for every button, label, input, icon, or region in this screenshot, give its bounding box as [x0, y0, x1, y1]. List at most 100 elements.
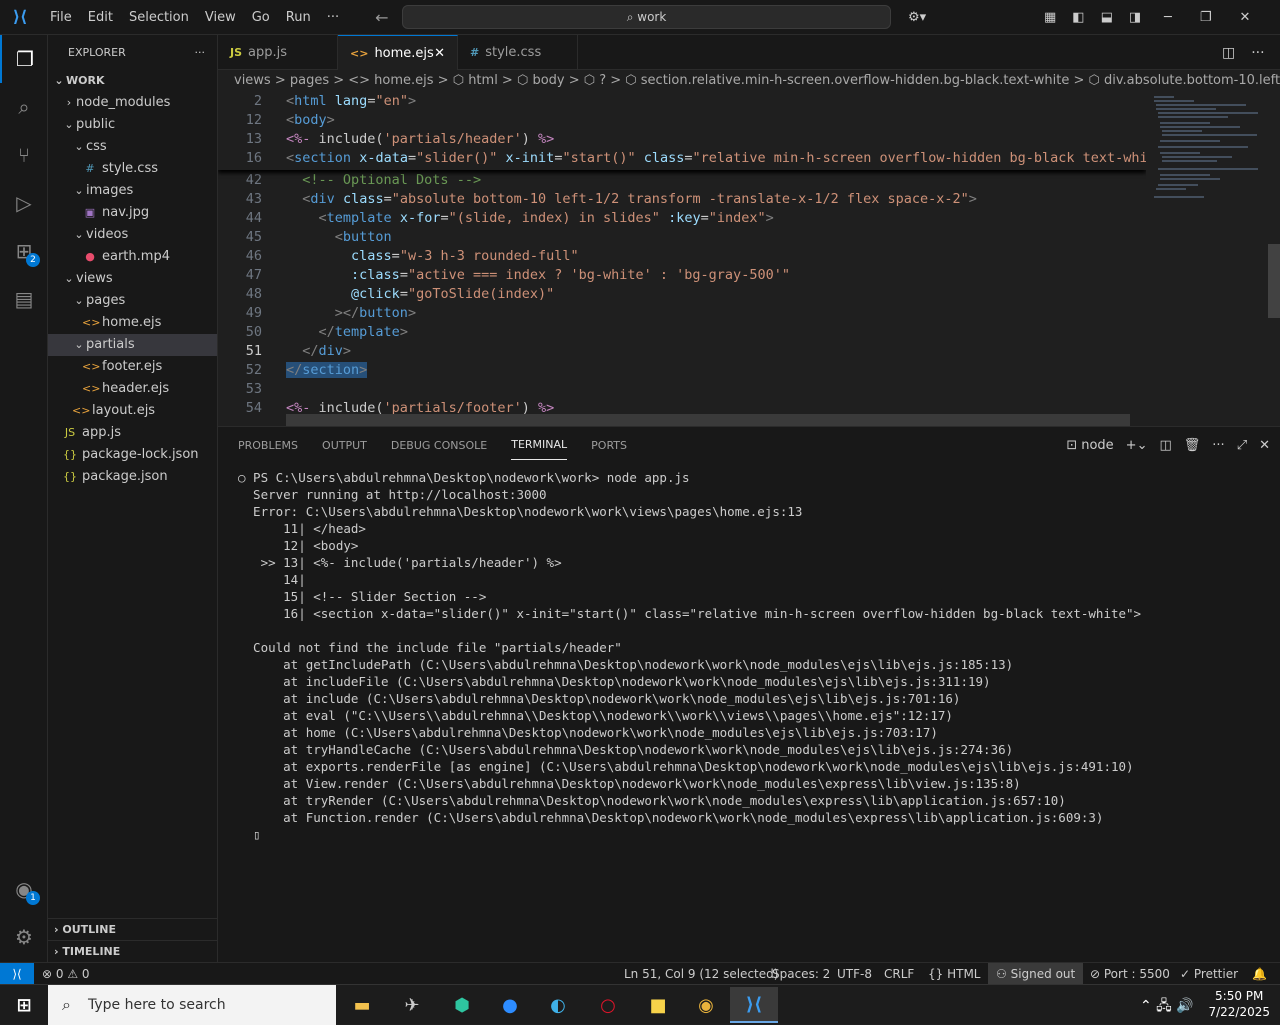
sticky-code-line[interactable]: <section x-data="slider()" x-init="start…: [286, 150, 1146, 166]
app-icon[interactable]: ✈: [390, 989, 434, 1021]
zoom-icon[interactable]: ●: [488, 989, 532, 1021]
remote-icon[interactable]: ⟩⟨: [0, 963, 34, 985]
taskbar-clock[interactable]: 5:50 PM 7/22/2025: [1208, 988, 1270, 1020]
toggle-sidebar-icon[interactable]: ◧: [1064, 10, 1092, 25]
sticky-scroll[interactable]: 2 <html lang="en"> 12 <body> 13 <%- include('…: [218, 92, 1146, 170]
notifications-icon[interactable]: 🔔: [1252, 963, 1267, 985]
code-line[interactable]: <div class="absolute bottom-10 left-1/2 …: [286, 191, 977, 207]
close-panel-icon[interactable]: ✕: [1259, 438, 1270, 453]
toggle-secondary-sidebar-icon[interactable]: ◨: [1121, 10, 1149, 25]
code-line[interactable]: </section>: [286, 362, 368, 378]
file-explorer-icon[interactable]: ▬: [340, 989, 384, 1021]
tree-item-views[interactable]: ⌄ views: [48, 268, 217, 290]
maximize-panel-icon[interactable]: ⤢: [1237, 438, 1247, 453]
tab-app-js[interactable]: JS app.js: [218, 35, 338, 70]
editor-more-icon[interactable]: ···: [1251, 45, 1264, 61]
panel-more-icon[interactable]: ···: [1212, 438, 1224, 453]
run-debug-icon[interactable]: ▷: [0, 179, 48, 227]
terminal-shell-name[interactable]: node: [1081, 438, 1113, 453]
code-editor[interactable]: 42 <!-- Optional Dots --> 43 <div class="…: [218, 92, 1146, 426]
copilot-icon[interactable]: ⚙▾: [900, 10, 934, 25]
manage-gear-icon[interactable]: ⚙: [0, 913, 48, 961]
menu-item[interactable]: Go: [244, 0, 278, 35]
tree-item-nav-jpg[interactable]: ▣ nav.jpg: [48, 202, 217, 224]
timeline-section[interactable]: › TIMELINE: [48, 940, 218, 962]
explorer-icon[interactable]: ❐: [0, 35, 48, 83]
tree-item-style-css[interactable]: # style.css: [48, 158, 217, 180]
restore-icon[interactable]: ❐: [1186, 10, 1226, 25]
code-line[interactable]: :class="active === index ? 'bg-white' : …: [286, 267, 790, 283]
code-line[interactable]: </div>: [286, 343, 351, 359]
sticky-code-line[interactable]: <%- include('partials/header') %>: [286, 131, 554, 147]
menu-item[interactable]: Selection: [121, 0, 197, 35]
app-hex-icon[interactable]: ⬢: [440, 989, 484, 1021]
code-line[interactable]: <!-- Optional Dots -->: [286, 172, 481, 188]
extensions-icon[interactable]: ⊞ 2: [0, 227, 48, 275]
end-of-line[interactable]: CRLF: [884, 963, 914, 985]
tree-item-images[interactable]: ⌄ images: [48, 180, 217, 202]
panel-tab-debug-console[interactable]: DEBUG CONSOLE: [391, 431, 487, 460]
tree-item-earth-mp4[interactable]: ● earth.mp4: [48, 246, 217, 268]
account-status[interactable]: ⚇ Signed out: [988, 963, 1084, 985]
windows-start-icon[interactable]: ⊞: [2, 989, 46, 1021]
panel-tab-problems[interactable]: PROBLEMS: [238, 431, 298, 460]
sticky-notes-icon[interactable]: ■: [636, 989, 680, 1021]
panel-tab-ports[interactable]: PORTS: [591, 431, 627, 460]
more-actions-icon[interactable]: ···: [195, 46, 206, 59]
scrollbar-thumb[interactable]: [1268, 244, 1280, 318]
command-center-search[interactable]: ⌕ work: [402, 5, 891, 29]
cursor-position[interactable]: Ln 51, Col 9 (12 selected): [624, 963, 778, 985]
breadcrumb[interactable]: views > pages > <> home.ejs > ⬡ html > ⬡…: [218, 70, 1280, 92]
search-icon[interactable]: ⌕: [0, 83, 48, 131]
toggle-panel-icon[interactable]: ⬓: [1093, 10, 1121, 25]
editor-scrollbar[interactable]: [1266, 92, 1280, 426]
back-arrow-icon[interactable]: ←: [367, 8, 396, 27]
workspace-root[interactable]: ⌄ WORK: [48, 70, 217, 92]
tree-item-css[interactable]: ⌄ css: [48, 136, 217, 158]
kill-terminal-icon[interactable]: 🗑: [1184, 438, 1201, 453]
minimize-icon[interactable]: ─: [1150, 10, 1186, 25]
menu-item[interactable]: ···: [319, 0, 347, 35]
horizontal-scrollbar[interactable]: [286, 414, 1130, 426]
close-tab-icon[interactable]: ✕: [434, 46, 445, 61]
menu-item[interactable]: View: [197, 0, 244, 35]
sticky-code-line[interactable]: <body>: [286, 112, 335, 128]
source-control-icon[interactable]: ⑂: [0, 131, 48, 179]
tree-item-partials[interactable]: ⌄ partials: [48, 334, 217, 356]
tree-item-pages[interactable]: ⌄ pages: [48, 290, 217, 312]
tree-item-package-lock-json[interactable]: {} package-lock.json: [48, 444, 217, 466]
chrome-icon[interactable]: ◉: [684, 989, 728, 1021]
vscode-taskbar-icon[interactable]: ⟩⟨: [730, 987, 778, 1023]
tree-item-node-modules[interactable]: › node_modules: [48, 92, 217, 114]
indentation[interactable]: Spaces: 2: [772, 963, 830, 985]
panel-tab-output[interactable]: OUTPUT: [322, 431, 367, 460]
code-line[interactable]: <template x-for="(slide, index) in slide…: [286, 210, 774, 226]
remote-explorer-icon[interactable]: ▤: [0, 275, 48, 323]
panel-tab-terminal[interactable]: TERMINAL: [511, 430, 568, 460]
tree-item-home-ejs[interactable]: <> home.ejs: [48, 312, 217, 334]
tab-style-css[interactable]: # style.css: [458, 35, 578, 70]
system-tray-icons[interactable]: ⌃ 🖧 🔊: [1140, 995, 1194, 1019]
new-terminal-icon[interactable]: +⌄: [1126, 438, 1148, 453]
tree-item-public[interactable]: ⌄ public: [48, 114, 217, 136]
problems-status[interactable]: ⊗ 0 ⚠ 0: [42, 963, 90, 985]
split-editor-icon[interactable]: ◫: [1222, 45, 1235, 61]
code-line[interactable]: </template>: [286, 324, 408, 340]
customize-layout-icon[interactable]: ▦: [1036, 10, 1064, 25]
close-window-icon[interactable]: ✕: [1225, 10, 1264, 25]
menu-item[interactable]: File: [42, 0, 80, 35]
encoding[interactable]: UTF-8: [837, 963, 872, 985]
menu-item[interactable]: Edit: [80, 0, 121, 35]
menu-item[interactable]: Run: [278, 0, 319, 35]
accounts-icon[interactable]: ◉ 1: [0, 865, 48, 913]
edge-icon[interactable]: ◐: [536, 989, 580, 1021]
tree-item-header-ejs[interactable]: <> header.ejs: [48, 378, 217, 400]
outline-section[interactable]: › OUTLINE: [48, 918, 218, 940]
taskbar-search[interactable]: ⌕ Type here to search: [48, 985, 336, 1025]
split-terminal-icon[interactable]: ◫: [1159, 438, 1171, 453]
code-line[interactable]: @click="goToSlide(index)": [286, 286, 554, 302]
code-line[interactable]: ></button>: [286, 305, 416, 321]
opera-icon[interactable]: ○: [586, 989, 630, 1021]
minimap[interactable]: [1146, 92, 1266, 426]
sticky-code-line[interactable]: <html lang="en">: [286, 93, 416, 109]
